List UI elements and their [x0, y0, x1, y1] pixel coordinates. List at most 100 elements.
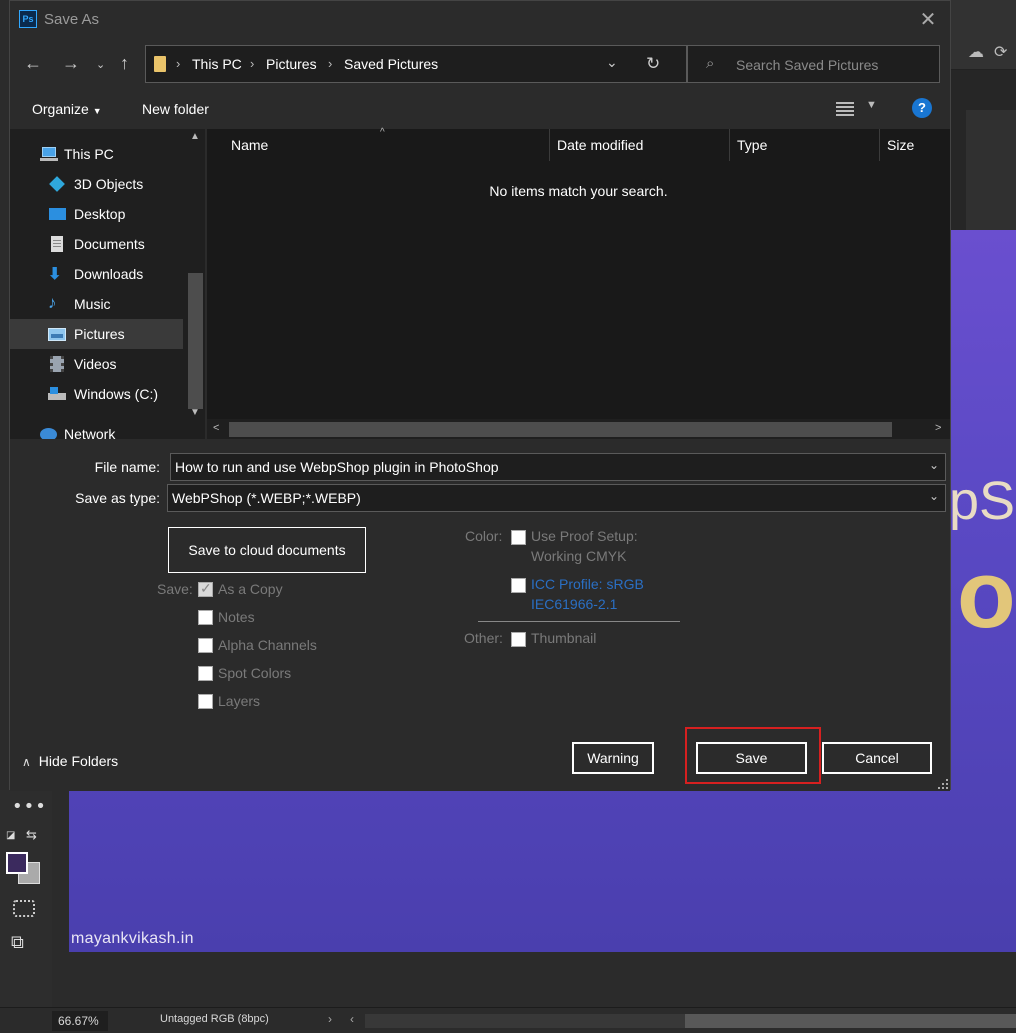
column-divider[interactable]	[729, 129, 730, 161]
search-input[interactable]	[736, 54, 931, 76]
sidebar-item-label: Desktop	[74, 206, 126, 222]
scroll-left-icon[interactable]: <	[213, 422, 219, 434]
screen-mode-icon[interactable]: ⧉	[11, 932, 24, 953]
computer-icon	[40, 146, 58, 162]
sidebar-item-this-pc[interactable]: This PC	[10, 139, 183, 169]
resize-grip-icon[interactable]	[938, 779, 948, 789]
organize-button[interactable]: Organize ▼	[32, 101, 102, 117]
thumbnail-checkbox[interactable]	[511, 632, 526, 647]
help-icon[interactable]: ?	[912, 98, 932, 118]
download-icon: ⬇	[48, 266, 62, 283]
cloud-icon[interactable]: ☁	[968, 42, 984, 61]
sidebar-item-documents[interactable]: Documents	[10, 229, 183, 259]
column-header-type[interactable]: Type	[737, 137, 767, 153]
breadcrumb-saved-pictures[interactable]: Saved Pictures	[344, 56, 438, 72]
back-arrow-icon[interactable]: ←	[24, 53, 42, 74]
drive-icon	[48, 386, 66, 402]
document-icon	[48, 236, 66, 252]
chevron-down-icon[interactable]: ⌄	[929, 458, 939, 472]
close-icon[interactable]: ✕	[916, 7, 940, 32]
column-header-name[interactable]: Name	[231, 137, 268, 153]
chevron-right-icon[interactable]: ›	[328, 56, 332, 71]
more-tools-icon[interactable]: •••	[12, 796, 47, 817]
sidebar-item-music[interactable]: ♪ Music	[10, 289, 183, 319]
rotate-icon[interactable]: ⟳	[994, 42, 1007, 61]
as-a-copy-checkbox[interactable]	[198, 580, 213, 597]
network-icon	[40, 426, 58, 439]
sidebar-item-network[interactable]: Network	[10, 419, 183, 439]
view-dropdown-icon[interactable]: ▼	[866, 99, 877, 111]
file-name-input[interactable]: How to run and use WebpShop plugin in Ph…	[170, 453, 946, 481]
sidebar-item-windows-c[interactable]: Windows (C:)	[10, 379, 183, 409]
search-box[interactable]: ⌕	[687, 45, 940, 83]
as-a-copy-label: As a Copy	[218, 581, 283, 597]
horizontal-scroll-thumb[interactable]	[685, 1014, 1016, 1028]
recent-locations-chevron-icon[interactable]: ⌄	[96, 58, 105, 71]
refresh-icon[interactable]: ↻	[646, 54, 660, 74]
forward-arrow-icon[interactable]: →	[62, 53, 80, 74]
quick-mask-icon[interactable]	[13, 900, 35, 917]
sidebar-item-pictures[interactable]: Pictures	[10, 319, 183, 349]
horizontal-scroll-track[interactable]	[365, 1014, 685, 1028]
swap-colors-icon[interactable]: ⇆	[26, 828, 37, 843]
default-colors-icon[interactable]: ◪	[6, 830, 15, 841]
command-bar: Organize ▼ New folder ▼ ?	[10, 89, 950, 129]
scrollbar-thumb[interactable]	[229, 422, 892, 437]
status-arrow-icon[interactable]: ›	[328, 1012, 332, 1026]
up-arrow-icon[interactable]: ↑	[120, 53, 129, 74]
save-to-cloud-button[interactable]: Save to cloud documents	[168, 527, 366, 573]
alpha-channels-checkbox[interactable]	[198, 638, 213, 653]
chevron-up-icon: ∧	[22, 755, 31, 769]
spot-colors-checkbox[interactable]	[198, 666, 213, 681]
cancel-button[interactable]: Cancel	[822, 742, 932, 774]
sidebar-item-downloads[interactable]: ⬇ Downloads	[10, 259, 183, 289]
pictures-icon	[48, 326, 66, 342]
warning-button[interactable]: Warning	[572, 742, 654, 774]
navigation-bar: ← → ⌄ ↑ › This PC › Pictures › Saved Pic…	[10, 39, 950, 89]
use-proof-setup-checkbox[interactable]	[511, 530, 526, 545]
sidebar-scrollbar[interactable]: ▲ ▼	[186, 129, 205, 421]
chevron-right-icon[interactable]: ›	[176, 56, 180, 71]
sidebar-item-desktop[interactable]: Desktop	[10, 199, 183, 229]
column-divider[interactable]	[549, 129, 550, 161]
chevron-down-icon[interactable]: ⌄	[929, 489, 939, 503]
watermark-text: mayankvikash.in	[71, 930, 194, 947]
icc-profile-checkbox[interactable]	[511, 578, 526, 593]
sidebar-item-3d-objects[interactable]: 3D Objects	[10, 169, 183, 199]
address-bar[interactable]: › This PC › Pictures › Saved Pictures ⌄ …	[145, 45, 687, 83]
notes-checkbox[interactable]	[198, 610, 213, 625]
alpha-channels-label: Alpha Channels	[218, 637, 317, 653]
scrollbar-thumb[interactable]	[188, 273, 203, 409]
sidebar-item-label: Documents	[74, 236, 145, 252]
tools-panel: ••• ◪ ⇆ ⧉	[0, 790, 52, 1010]
column-header-size[interactable]: Size	[887, 137, 914, 153]
scroll-up-icon[interactable]: ▲	[190, 131, 200, 142]
organize-label: Organize	[32, 101, 89, 117]
sidebar-item-label: Network	[64, 426, 116, 439]
hide-folders-button[interactable]: ∧ Hide Folders	[22, 753, 118, 769]
zoom-level[interactable]: 66.67%	[52, 1011, 108, 1031]
address-dropdown-icon[interactable]: ⌄	[606, 54, 618, 71]
save-as-type-select[interactable]: WebPShop (*.WEBP;*.WEBP) ⌄	[167, 484, 946, 512]
icc-profile-detail: IEC61966-2.1	[531, 596, 618, 612]
scroll-left-icon[interactable]: ‹	[350, 1012, 354, 1026]
music-icon: ♪	[48, 293, 57, 312]
canvas-text-ps: pS	[949, 471, 1016, 531]
save-as-type-label: Save as type:	[75, 490, 160, 506]
sidebar-item-label: Downloads	[74, 266, 144, 282]
scroll-right-icon[interactable]: >	[935, 422, 941, 434]
file-list-horizontal-scrollbar[interactable]: < >	[207, 419, 950, 439]
view-options-icon[interactable]	[836, 102, 854, 116]
new-folder-button[interactable]: New folder	[142, 101, 209, 117]
file-list-pane[interactable]: ^ Name Date modified Type Size No items …	[207, 127, 950, 439]
save-button[interactable]: Save	[696, 742, 807, 774]
scroll-down-icon[interactable]: ▼	[190, 407, 200, 418]
chevron-right-icon[interactable]: ›	[250, 56, 254, 71]
foreground-color-swatch[interactable]	[6, 852, 28, 874]
layers-checkbox[interactable]	[198, 694, 213, 709]
breadcrumb-this-pc[interactable]: This PC	[192, 56, 242, 72]
sidebar-item-videos[interactable]: Videos	[10, 349, 183, 379]
column-header-date-modified[interactable]: Date modified	[557, 137, 643, 153]
column-divider[interactable]	[879, 129, 880, 161]
breadcrumb-pictures[interactable]: Pictures	[266, 56, 317, 72]
